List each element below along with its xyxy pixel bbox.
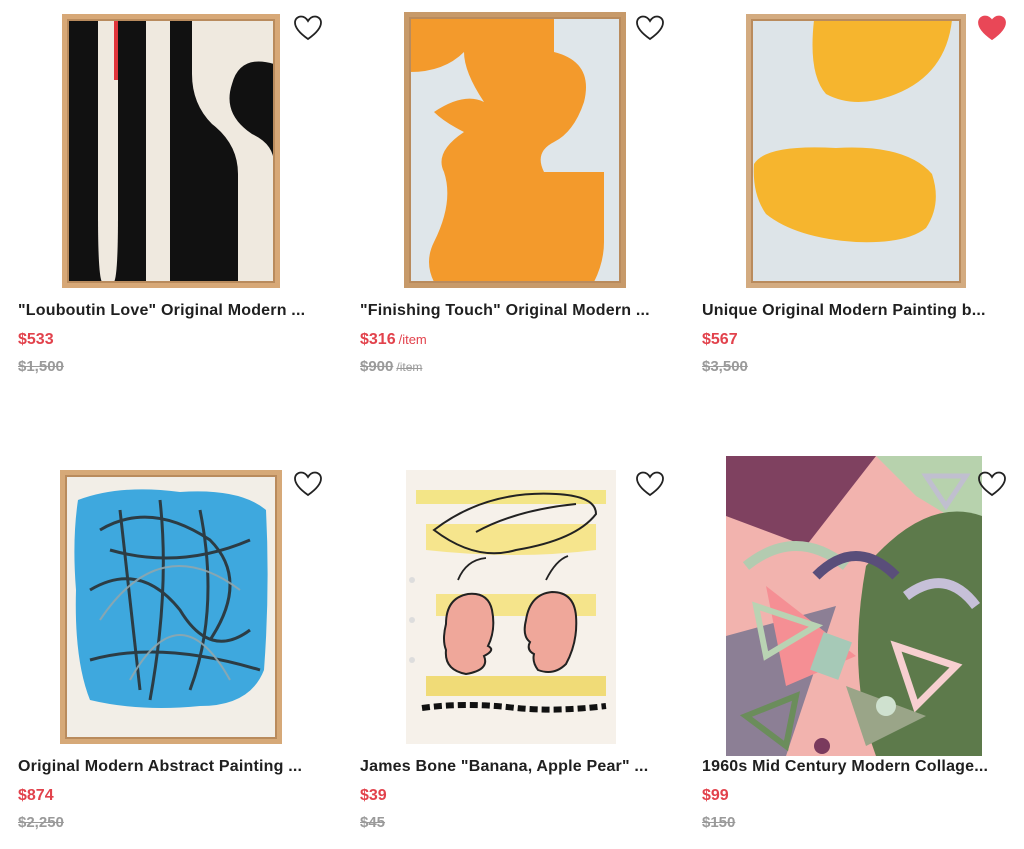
favorite-button[interactable]	[976, 12, 1008, 44]
product-image[interactable]	[62, 14, 280, 288]
heart-outline-icon	[978, 471, 1006, 497]
favorite-button[interactable]	[292, 468, 324, 500]
product-image[interactable]	[404, 12, 626, 288]
favorite-button[interactable]	[634, 12, 666, 44]
product-image-link[interactable]	[702, 12, 1012, 302]
favorite-button[interactable]	[292, 12, 324, 44]
original-price-value: $3,500	[702, 358, 748, 375]
product-image[interactable]	[746, 14, 966, 288]
product-title[interactable]: 1960s Mid Century Modern Collage...	[702, 758, 1002, 776]
product-image[interactable]	[60, 470, 282, 744]
product-title[interactable]: Original Modern Abstract Painting ...	[18, 758, 318, 776]
product-card[interactable]: "Finishing Touch" Original Modern ... $3…	[360, 12, 670, 382]
price-value: $567	[702, 331, 738, 348]
product-image-link[interactable]	[18, 12, 328, 302]
product-title[interactable]: "Finishing Touch" Original Modern ...	[360, 302, 660, 320]
product-price: $39	[360, 787, 390, 805]
product-title[interactable]: Unique Original Modern Painting b...	[702, 302, 1002, 320]
favorite-button[interactable]	[976, 468, 1008, 500]
price-value: $874	[18, 787, 54, 804]
product-image-link[interactable]	[702, 456, 1012, 756]
heart-outline-icon	[294, 15, 322, 41]
product-price: $533	[18, 331, 57, 349]
original-price-value: $45	[360, 814, 386, 831]
product-image[interactable]	[726, 456, 982, 756]
heart-outline-icon	[636, 471, 664, 497]
product-price: $99	[702, 787, 732, 805]
original-price: $150	[702, 814, 738, 831]
product-card[interactable]: Unique Original Modern Painting b... $56…	[702, 12, 1012, 382]
heart-filled-icon	[978, 15, 1006, 41]
product-image-link[interactable]	[18, 468, 328, 758]
original-price-value: $1,500	[18, 358, 64, 375]
heart-outline-icon	[636, 15, 664, 41]
product-title[interactable]: James Bone "Banana, Apple Pear" ...	[360, 758, 660, 776]
product-card[interactable]: 1960s Mid Century Modern Collage... $99 …	[702, 456, 1012, 838]
product-image-link[interactable]	[360, 12, 670, 302]
product-card[interactable]: "Louboutin Love" Original Modern ... $53…	[18, 12, 328, 382]
price-value: $39	[360, 787, 387, 804]
product-card[interactable]: James Bone "Banana, Apple Pear" ... $39 …	[360, 468, 670, 838]
original-price: $2,250	[18, 814, 67, 831]
original-price-unit: /item	[396, 360, 423, 374]
original-price-value: $2,250	[18, 814, 64, 831]
product-card[interactable]: Original Modern Abstract Painting ... $8…	[18, 468, 328, 838]
original-price-value: $150	[702, 814, 736, 831]
product-price: $567	[702, 331, 741, 349]
original-price: $1,500	[18, 358, 67, 375]
product-image-link[interactable]	[360, 468, 670, 758]
original-price: $3,500	[702, 358, 751, 375]
product-price: $874	[18, 787, 57, 805]
product-grid: "Louboutin Love" Original Modern ... $53…	[0, 0, 1024, 849]
favorite-button[interactable]	[634, 468, 666, 500]
price-value: $533	[18, 331, 54, 348]
heart-outline-icon	[294, 471, 322, 497]
price-unit: /item	[398, 332, 427, 347]
product-price: $316/item	[360, 331, 427, 349]
original-price-value: $900	[360, 358, 394, 375]
product-title[interactable]: "Louboutin Love" Original Modern ...	[18, 302, 318, 320]
price-value: $316	[360, 331, 396, 348]
original-price: $45	[360, 814, 388, 831]
original-price: $900/item	[360, 358, 422, 375]
price-value: $99	[702, 787, 729, 804]
product-image[interactable]	[406, 470, 616, 744]
